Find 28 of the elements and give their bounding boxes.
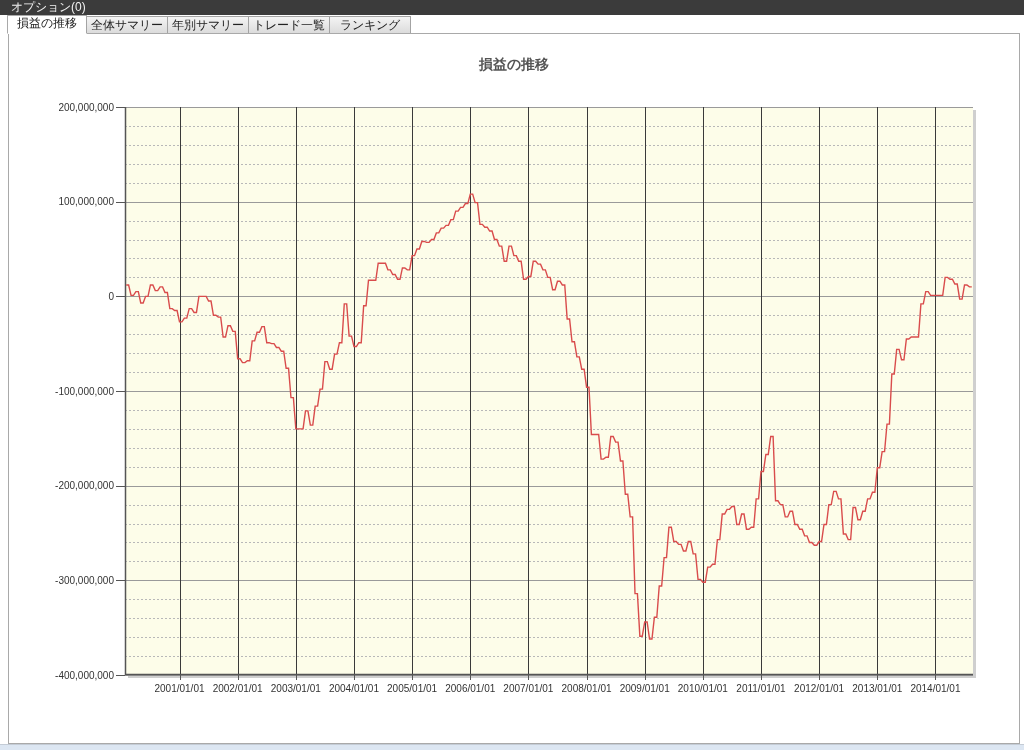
x-axis-label: 2007/01/01 (503, 683, 554, 694)
tab[interactable]: 損益の推移 (7, 15, 87, 34)
y-axis-label: -400,000,000 (55, 669, 114, 681)
x-axis-label: 2005/01/01 (387, 683, 438, 694)
x-axis-label: 2002/01/01 (212, 683, 263, 694)
x-axis-label: 2013/01/01 (852, 683, 903, 694)
tab[interactable]: 全体サマリー (86, 16, 168, 33)
y-axis-label: -100,000,000 (55, 385, 114, 397)
x-axis-label: 2004/01/01 (328, 683, 379, 694)
options-menu[interactable]: オプション(0) (11, 0, 86, 15)
y-axis-label: -300,000,000 (55, 574, 114, 586)
x-axis-label: 2010/01/01 (677, 683, 728, 694)
x-axis-label: 2008/01/01 (561, 683, 612, 694)
x-axis-label: 2001/01/01 (154, 683, 205, 694)
x-axis-label: 2006/01/01 (445, 683, 496, 694)
y-axis-label: -200,000,000 (55, 480, 114, 492)
y-axis-label: 100,000,000 (58, 196, 114, 208)
x-axis-label: 2009/01/01 (619, 683, 670, 694)
y-axis-label: 200,000,000 (58, 101, 114, 113)
y-axis-label: 0 (108, 290, 114, 302)
x-axis-label: 2011/01/01 (736, 683, 786, 694)
tab[interactable]: ランキング (329, 16, 411, 33)
tab[interactable]: 年別サマリー (167, 16, 249, 33)
x-axis-label: 2014/01/01 (910, 683, 961, 694)
x-axis-label: 2012/01/01 (794, 683, 845, 694)
chart-title: 損益の推移 (479, 55, 549, 74)
x-axis-label: 2003/01/01 (270, 683, 321, 694)
tab[interactable]: トレード一覧 (248, 16, 330, 33)
